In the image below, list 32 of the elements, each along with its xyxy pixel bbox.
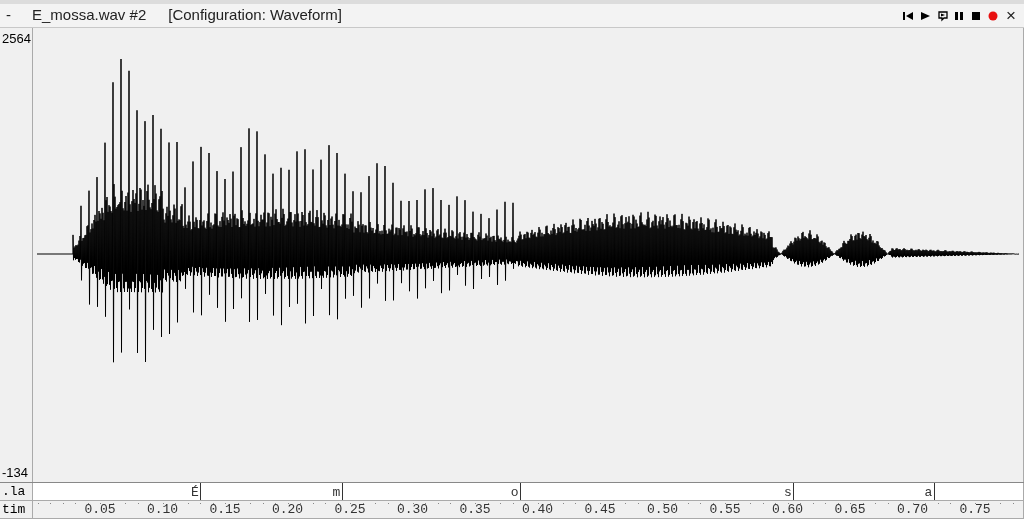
segment-label: o — [510, 485, 519, 500]
time-tick: 0.20 — [271, 501, 304, 519]
time-tick: 0.30 — [396, 501, 429, 519]
time-tick: 0.35 — [459, 501, 491, 519]
time-tick: 0.55 — [709, 501, 741, 519]
segment-label: É — [191, 485, 199, 500]
record-icon[interactable] — [987, 9, 1000, 22]
segment-label: a — [924, 485, 933, 500]
time-tick: 0.05 — [84, 501, 116, 519]
skip-start-icon[interactable] — [902, 9, 915, 22]
pause-icon[interactable] — [953, 9, 966, 22]
loop-play-icon[interactable] — [936, 9, 949, 22]
segment-label: m — [332, 485, 341, 500]
time-tick: 0.70 — [896, 501, 929, 519]
time-tick: 0.10 — [146, 501, 179, 519]
time-tick: 0.15 — [209, 501, 241, 519]
time-tick: 0.50 — [646, 501, 679, 519]
y-axis-min: -134 — [2, 463, 29, 482]
close-button[interactable]: × — [1006, 7, 1016, 24]
menu-glyph[interactable]: - — [6, 4, 26, 27]
y-axis-max: 2564 — [2, 30, 31, 48]
time-tick: 0.40 — [521, 501, 554, 519]
time-tick: 0.75 — [959, 501, 991, 519]
stop-icon[interactable] — [970, 9, 983, 22]
file-name: E_mossa.wav #2 — [32, 5, 147, 26]
time-tick: 0.45 — [584, 501, 616, 519]
play-icon[interactable] — [919, 9, 932, 22]
segment-label: s — [784, 485, 792, 500]
time-tick: 0.65 — [834, 501, 866, 519]
configuration-label: [Configuration: Waveform] — [168, 5, 342, 26]
time-tick: 0.25 — [334, 501, 366, 519]
time-tick: 0.60 — [771, 501, 804, 519]
